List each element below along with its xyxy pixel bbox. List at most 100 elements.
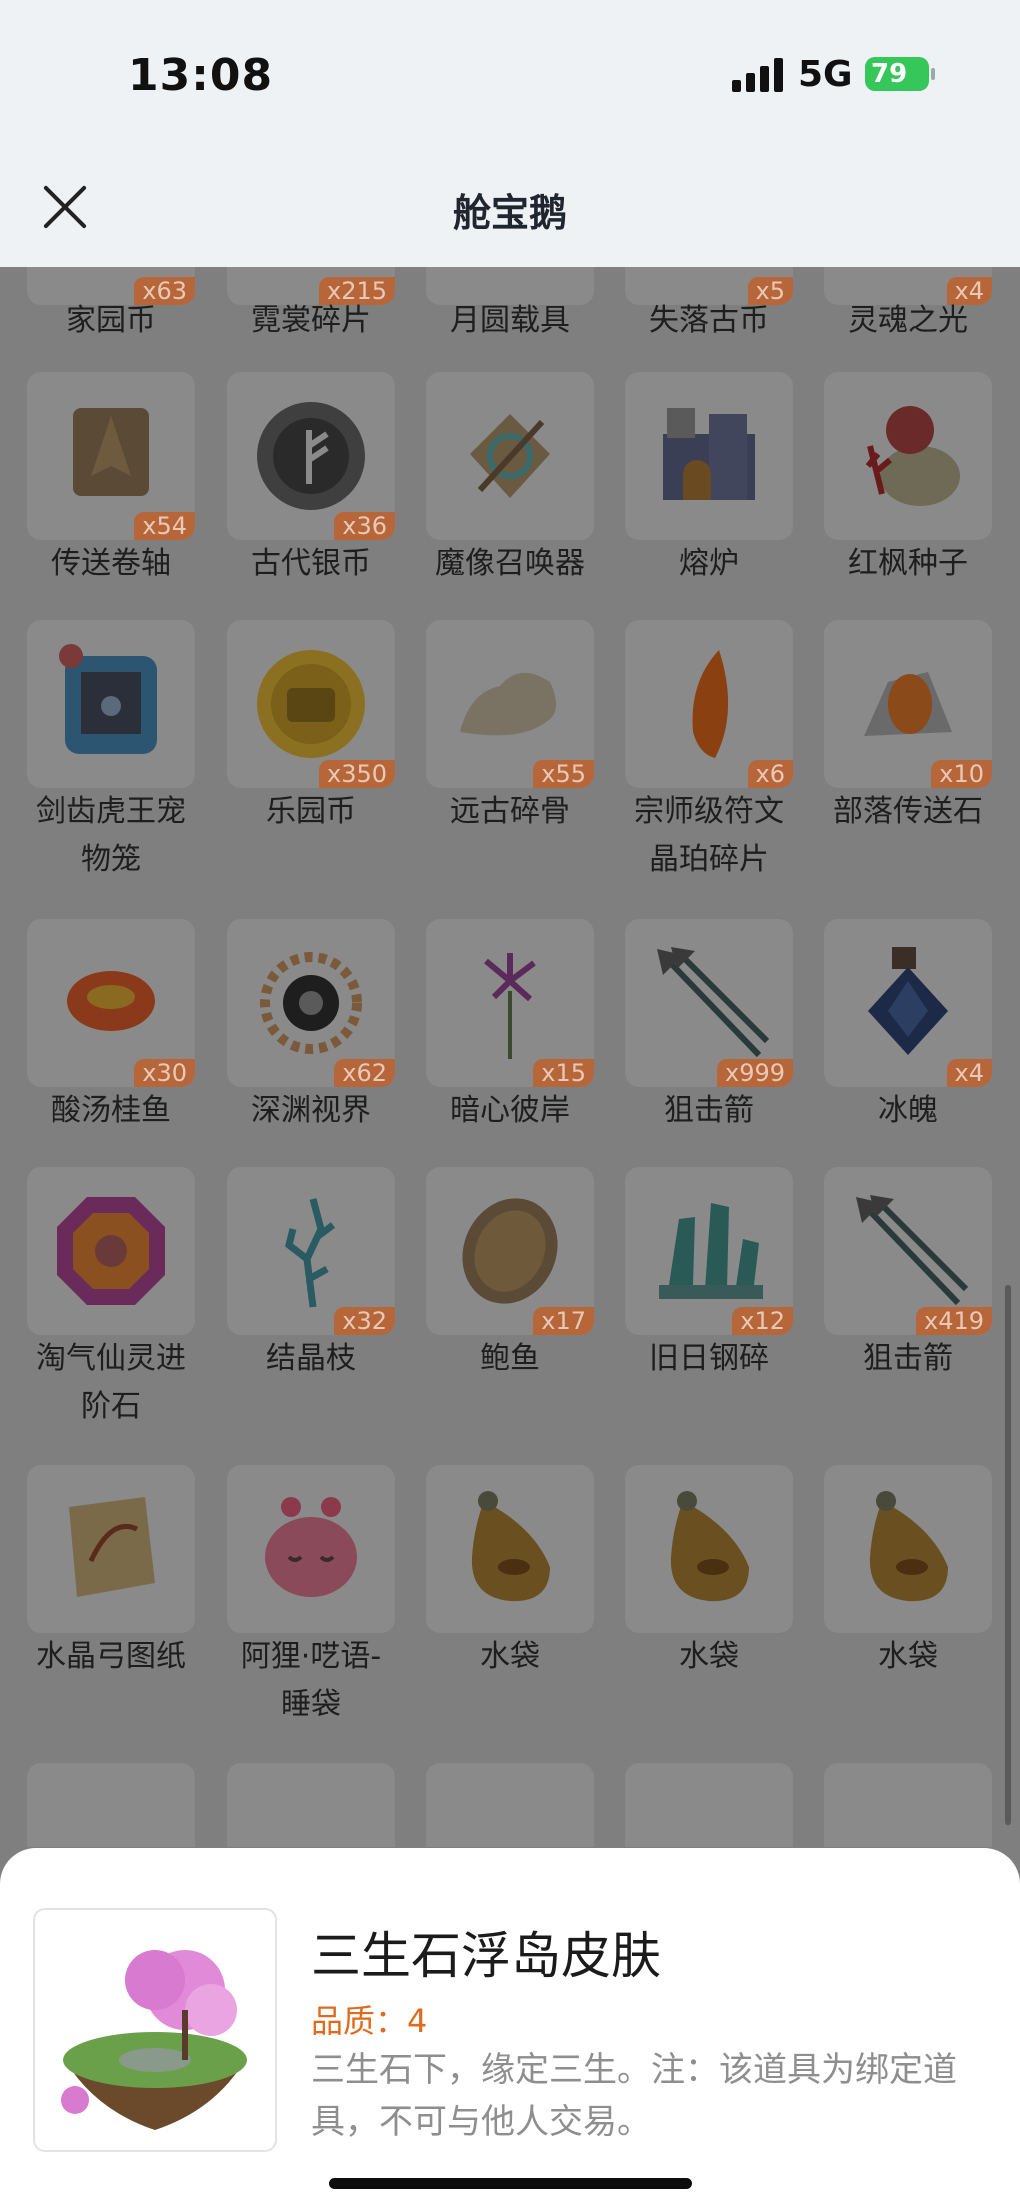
item-tile (625, 372, 793, 540)
rune-stone-icon (57, 1197, 165, 1305)
item-tile: x15 (426, 919, 594, 1087)
item-detail-sheet: 三生石浮岛皮肤 品质：4 三生石下，缘定三生。注：该道具为绑定道具，不可与他人交… (0, 1848, 1020, 2211)
home-indicator[interactable] (329, 2178, 692, 2189)
inventory-grid: x63 家园币 x215 霓裳碎片 月圆载具 x5 失落古币 x4 灵魂之光 x… (0, 267, 1020, 1847)
pet-cage-icon (59, 644, 157, 754)
item-name: 鲍鱼 (480, 1341, 540, 1376)
item-qty: x12 (732, 1307, 793, 1335)
item-title: 三生石浮岛皮肤 (311, 1927, 661, 1985)
item-name: 冰魄 (878, 1093, 938, 1128)
silver-coin-icon (257, 402, 365, 510)
item-name: 灵魂之光 (848, 303, 968, 338)
item-name-line2: 物笼 (81, 842, 141, 877)
sleeping-bag-icon (265, 1497, 357, 1597)
item-quality: 品质：4 (311, 2002, 428, 2040)
item-name: 水晶弓图纸 (36, 1639, 186, 1674)
item-qty: x350 (318, 760, 395, 788)
item-tile (625, 1465, 793, 1633)
item-tile (27, 1167, 195, 1335)
item-qty: x999 (716, 1059, 793, 1087)
item-tile (824, 372, 992, 540)
item-tile: x999 (625, 919, 793, 1087)
item-qty: x4 (946, 1059, 992, 1087)
seed-bag-icon (865, 406, 960, 506)
item-name-line2: 睡袋 (281, 1687, 341, 1722)
teleport-stone-icon (864, 672, 952, 736)
item-qty: x15 (533, 1059, 594, 1087)
ice-potion-icon (868, 947, 948, 1055)
item-name: 暗心彼岸 (450, 1093, 570, 1128)
item-tile: x6 (625, 620, 793, 788)
item-tile: x54 (27, 372, 195, 540)
item-tile (426, 1763, 594, 1847)
item-name: 酸汤桂鱼 (51, 1093, 171, 1128)
item-tile: x12 (625, 1167, 793, 1335)
item-tile (227, 1465, 395, 1633)
item-name: 月圆载具 (450, 303, 570, 338)
battery-icon: 79 (865, 57, 935, 91)
scroll-icon (73, 408, 149, 496)
item-tile: x55 (426, 620, 594, 788)
amber-shard-icon (692, 650, 729, 758)
item-tile: x10 (824, 620, 992, 788)
item-qty: x32 (334, 1307, 395, 1335)
item-qty: x30 (134, 1059, 195, 1087)
item-tile: x17 (426, 1167, 594, 1335)
item-name: 红枫种子 (848, 546, 968, 581)
blueprint-icon (69, 1497, 155, 1597)
arrow-icon (856, 1195, 968, 1306)
item-name: 乐园币 (266, 794, 356, 829)
crystal-branch-icon (285, 1198, 336, 1308)
item-name: 宗师级符文 (634, 794, 784, 829)
item-name: 旧日钢碎 (649, 1341, 769, 1376)
item-name: 水袋 (679, 1639, 739, 1674)
item-tile: x419 (824, 1167, 992, 1335)
item-qty: x10 (931, 760, 992, 788)
item-name: 结晶枝 (266, 1341, 356, 1376)
item-tile: x4 (824, 919, 992, 1087)
item-tile: x36 (227, 372, 395, 540)
item-tile (27, 620, 195, 788)
item-tile (625, 1763, 793, 1847)
item-name: 水袋 (480, 1639, 540, 1674)
item-name: 熔炉 (679, 546, 739, 581)
gold-coin-icon (257, 650, 365, 758)
item-tile: x32 (227, 1167, 395, 1335)
top-bar: 13:08 5G 79 舱宝鹅 (0, 0, 1020, 267)
item-name-line2: 阶石 (81, 1389, 141, 1424)
steel-shard-icon (659, 1203, 763, 1299)
item-name: 传送卷轴 (51, 546, 171, 581)
water-bag-icon (869, 1491, 948, 1602)
scrollbar[interactable] (1005, 1285, 1011, 1825)
item-qty: x62 (334, 1059, 395, 1087)
battery-level: 79 (871, 59, 908, 89)
item-name: 古代银币 (251, 546, 371, 581)
item-tile: x62 (227, 919, 395, 1087)
item-name: 家园币 (66, 303, 156, 338)
bone-icon (460, 672, 557, 736)
item-name: 霓裳碎片 (251, 303, 371, 338)
item-name: 剑齿虎王宠 (36, 794, 186, 829)
item-qty: x55 (533, 760, 594, 788)
page-title: 舱宝鹅 (452, 191, 567, 235)
item-tile (824, 1465, 992, 1633)
status-time: 13:08 (128, 50, 274, 101)
item-name: 狙击箭 (863, 1341, 953, 1376)
item-tile (426, 1465, 594, 1633)
item-tile (27, 1763, 195, 1847)
item-tile (227, 1763, 395, 1847)
item-qty: x54 (134, 512, 195, 540)
item-tile (426, 372, 594, 540)
item-name: 淘气仙灵进 (36, 1341, 186, 1376)
item-description: 三生石下，缘定三生。注：该道具为绑定道具，不可与他人交易。 (311, 2050, 957, 2142)
fish-dish-icon (55, 967, 167, 1047)
item-name: 狙击箭 (664, 1093, 754, 1128)
item-tile (824, 1763, 992, 1847)
item-qty: x419 (915, 1307, 992, 1335)
item-name: 部落传送石 (833, 794, 983, 829)
floating-island-image (33, 1908, 277, 2152)
abyss-eye-icon (260, 952, 362, 1054)
signal-icon (732, 58, 786, 92)
arrow-icon (657, 947, 769, 1058)
item-tile: x30 (27, 919, 195, 1087)
